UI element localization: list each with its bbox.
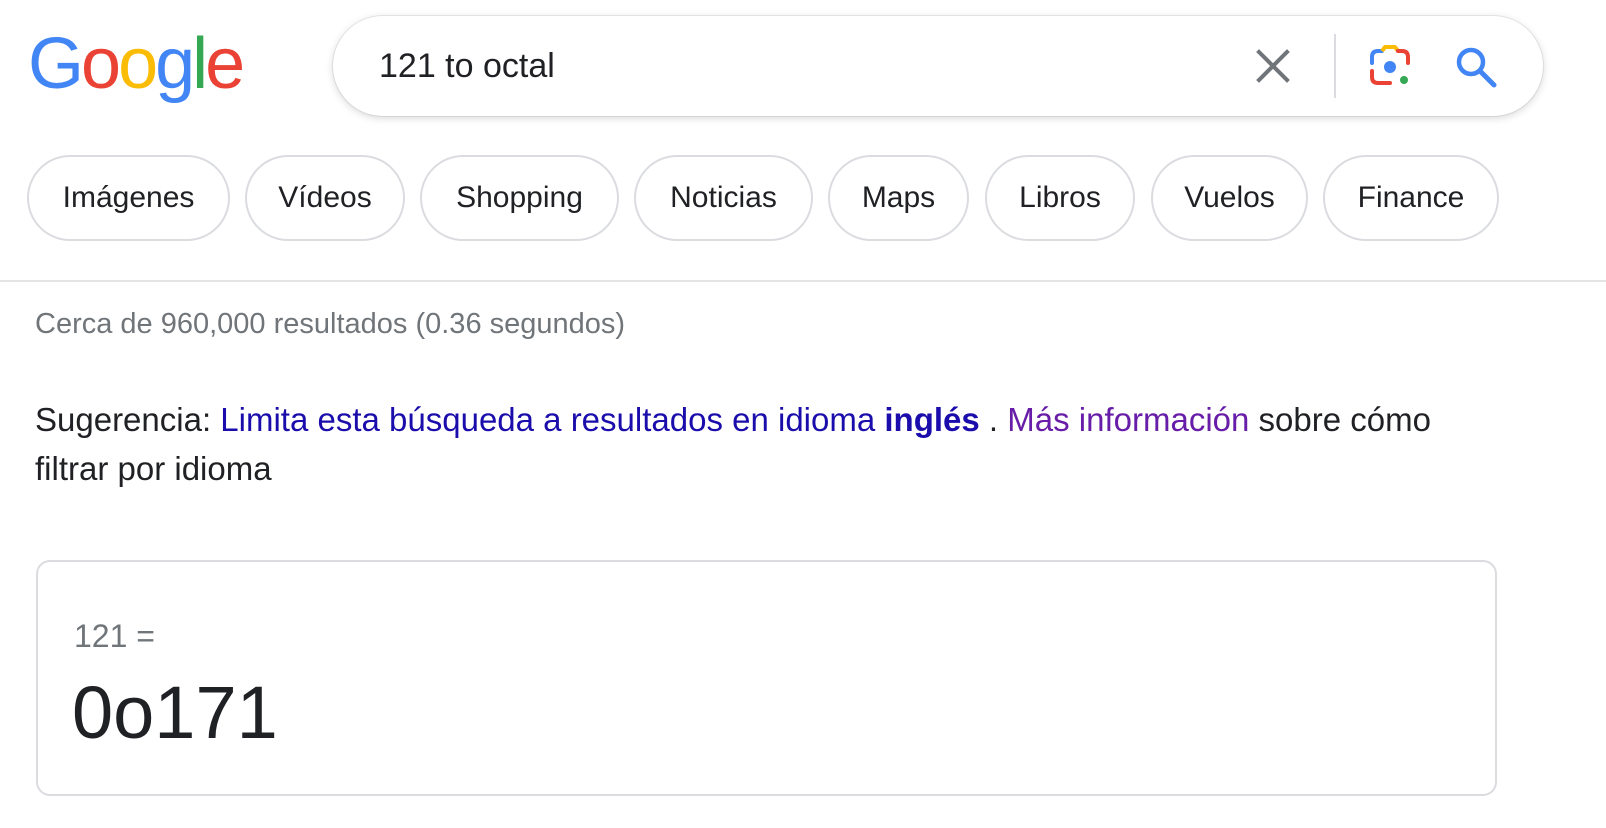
logo-letter-e: e (205, 24, 245, 104)
language-suggestion: Sugerencia: Limita esta búsqueda a resul… (35, 395, 1495, 493)
logo-letter-g2: g (155, 24, 195, 104)
logo-letter-o2: o (118, 24, 158, 104)
chip-maps[interactable]: Maps (828, 155, 969, 241)
more-info-link[interactable]: Más información (1007, 401, 1249, 438)
chip-vuelos[interactable]: Vuelos (1151, 155, 1308, 241)
conversion-answer-card: 121 = 0o171 (36, 560, 1497, 796)
search-submit-button[interactable] (1453, 44, 1499, 90)
search-divider (1334, 34, 1336, 98)
search-input[interactable] (379, 16, 1239, 116)
restrict-language-link-text: Limita esta búsqueda a resultados en idi… (220, 401, 876, 438)
search-box (333, 16, 1543, 116)
answer-result: 0o171 (72, 671, 278, 754)
restrict-language-link[interactable]: Limita esta búsqueda a resultados en idi… (220, 401, 979, 438)
chip-imagenes[interactable]: Imágenes (27, 155, 230, 241)
google-lens-camera-icon (1370, 45, 1410, 85)
magnifier-search-icon (1456, 47, 1497, 88)
language-name: inglés (884, 401, 980, 438)
chip-shopping[interactable]: Shopping (420, 155, 619, 241)
chip-finance[interactable]: Finance (1323, 155, 1499, 241)
answer-expression: 121 = (74, 618, 155, 654)
logo-letter-l: l (192, 24, 208, 104)
header-divider (0, 280, 1606, 282)
search-by-image-button[interactable] (1367, 44, 1413, 90)
chip-libros[interactable]: Libros (985, 155, 1135, 241)
chip-videos[interactable]: Vídeos (245, 155, 405, 241)
google-logo[interactable]: G o o g l e (28, 24, 245, 104)
clear-search-button[interactable] (1251, 44, 1295, 88)
suggestion-separator: . (988, 401, 999, 438)
result-stats: Cerca de 960,000 resultados (0.36 segund… (35, 308, 626, 340)
suggestion-prefix: Sugerencia: (35, 401, 212, 438)
chip-noticias[interactable]: Noticias (634, 155, 813, 241)
logo-letter-o1: o (81, 24, 121, 104)
logo-letter-g: G (28, 24, 84, 104)
close-icon (1256, 49, 1290, 83)
